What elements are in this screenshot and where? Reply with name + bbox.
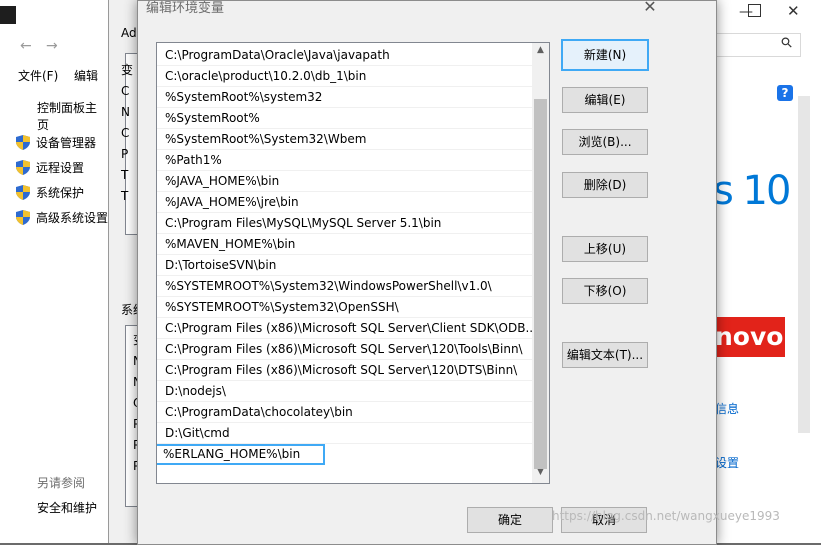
edit-text-button[interactable]: 编辑文本(T)... xyxy=(562,342,648,368)
path-list-item[interactable]: %SystemRoot%\System32\Wbem xyxy=(157,129,532,150)
app-icon xyxy=(0,6,16,24)
shield-icon xyxy=(16,135,30,150)
ok-button[interactable]: 确定 xyxy=(467,507,553,533)
system-protection-label: 系统保护 xyxy=(36,186,85,200)
close-icon[interactable]: ✕ xyxy=(640,0,660,16)
dialog-title: 编辑环境变量 xyxy=(146,1,225,16)
path-list-item[interactable]: %MAVEN_HOME%\bin xyxy=(157,234,532,255)
path-list-item[interactable]: %JAVA_HOME%\bin xyxy=(157,171,532,192)
forward-icon[interactable]: → xyxy=(46,38,58,54)
remote-settings-label: 远程设置 xyxy=(36,161,85,175)
see-also-heading: 另请参阅 xyxy=(37,476,86,490)
scroll-up-arrow-icon[interactable]: ▲ xyxy=(532,45,549,55)
user-variables-letters: 变CNCPTT xyxy=(121,63,134,203)
new-button[interactable]: 新建(N) xyxy=(561,39,649,71)
move-up-button[interactable]: 上移(U) xyxy=(562,236,648,262)
path-list-item[interactable]: C:\ProgramData\chocolatey\bin xyxy=(157,402,532,423)
windows10-logo-text: s 10 xyxy=(713,168,791,214)
path-list[interactable]: %ERLANG_HOME%\bin D:\Git\cmd C:\ProgramDat… xyxy=(156,42,550,484)
path-list-item[interactable]: C:\Program Files\MySQL\MySQL Server 5.1\… xyxy=(157,213,532,234)
info-link[interactable]: 信息 xyxy=(715,400,739,417)
device-manager-label: 设备管理器 xyxy=(36,136,97,150)
menu-edit[interactable]: 编辑 xyxy=(74,67,98,84)
path-list-item[interactable]: %SystemRoot%\system32 xyxy=(157,87,532,108)
system-protection-link[interactable]: 系统保护 xyxy=(16,184,84,201)
watermark: https://blog.csdn.net/wangxueye1993 xyxy=(552,509,780,523)
path-list-item[interactable]: C:\ProgramData\Oracle\Java\javapath xyxy=(157,45,532,66)
lenovo-logo: novo xyxy=(715,317,785,357)
path-list-item[interactable]: %SYSTEMROOT%\System32\OpenSSH\ xyxy=(157,297,532,318)
edit-env-var-dialog: 编辑环境变量 ✕ %ERLANG_HOME%\bin D:\Git\cmd C:\P… xyxy=(137,0,717,545)
scrollbar[interactable] xyxy=(798,96,810,433)
delete-button[interactable]: 删除(D) xyxy=(562,172,648,198)
search-icon: ⚲ xyxy=(777,33,797,53)
control-panel-home-link[interactable]: 控制面板主页 xyxy=(37,99,108,133)
menu-file[interactable]: 文件(F) xyxy=(18,67,58,84)
path-list-item[interactable]: C:\Program Files (x86)\Microsoft SQL Ser… xyxy=(157,339,532,360)
remote-settings-link[interactable]: 远程设置 xyxy=(16,159,84,176)
security-maintenance-link[interactable]: 安全和维护 xyxy=(37,499,97,516)
window-close-icon[interactable]: ✕ xyxy=(787,2,800,20)
shield-icon xyxy=(16,185,30,200)
device-manager-link[interactable]: 设备管理器 xyxy=(16,134,96,151)
control-panel-right-pane: — ✕ ⚲ ? s 10 novo 信息 设置 xyxy=(713,0,821,543)
path-list-item[interactable]: %SYSTEMROOT%\System32\WindowsPowerShell\… xyxy=(157,276,532,297)
browse-button[interactable]: 浏览(B)... xyxy=(562,129,648,155)
help-icon[interactable]: ? xyxy=(777,85,793,101)
path-list-item[interactable]: %Path1% xyxy=(157,150,532,171)
search-input[interactable]: ⚲ xyxy=(715,33,801,57)
path-list-item[interactable]: D:\nodejs\ xyxy=(157,381,532,402)
move-down-button[interactable]: 下移(O) xyxy=(562,278,648,304)
maximize-icon[interactable] xyxy=(748,4,761,17)
settings-link[interactable]: 设置 xyxy=(715,454,739,471)
advanced-settings-label: 高级系统设置 xyxy=(36,211,109,225)
group-user-vars: Ad xyxy=(121,26,137,40)
path-list-item[interactable]: D:\TortoiseSVN\bin xyxy=(157,255,532,276)
path-list-item[interactable]: C:\oracle\product\10.2.0\db_1\bin xyxy=(157,66,532,87)
path-edit-input[interactable]: %ERLANG_HOME%\bin xyxy=(157,444,325,465)
path-list-item[interactable]: D:\Git\cmd xyxy=(157,423,532,444)
shield-icon xyxy=(16,160,30,175)
edit-button[interactable]: 编辑(E) xyxy=(562,87,648,113)
control-panel-left-pane: ← → 文件(F) 编辑 控制面板主页 设备管理器 远程设置 系统保护 高级系统… xyxy=(0,0,108,543)
path-list-item[interactable]: C:\Program Files (x86)\Microsoft SQL Ser… xyxy=(157,318,532,339)
shield-icon xyxy=(16,210,30,225)
path-list-item[interactable]: C:\Program Files (x86)\Microsoft SQL Ser… xyxy=(157,360,532,381)
back-icon[interactable]: ← xyxy=(20,38,32,54)
advanced-settings-link[interactable]: 高级系统设置 xyxy=(16,209,108,226)
path-list-item[interactable]: %SystemRoot% xyxy=(157,108,532,129)
path-list-item[interactable]: %JAVA_HOME%\jre\bin xyxy=(157,192,532,213)
path-list-scroll-thumb[interactable] xyxy=(534,99,547,469)
